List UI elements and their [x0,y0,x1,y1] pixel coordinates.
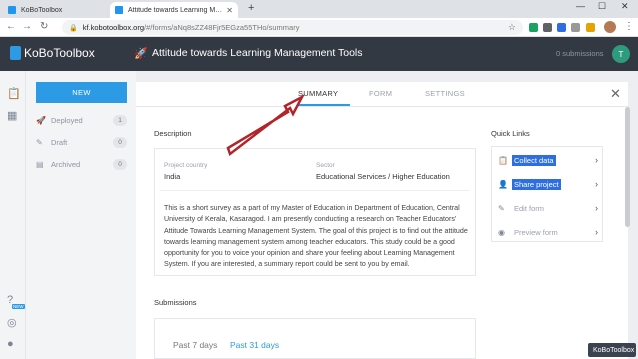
annotation-arrow [226,93,306,157]
watermark-text: KoBoToolbox [593,346,635,354]
kobo-watermark: KoBoToolbox [588,343,636,357]
